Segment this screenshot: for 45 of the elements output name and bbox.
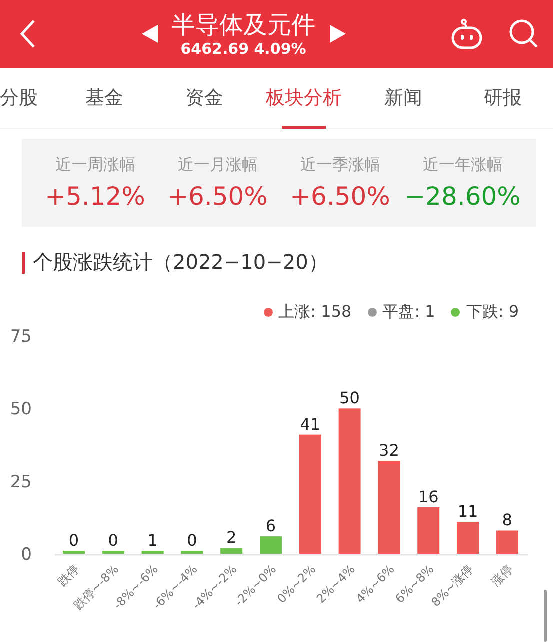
x-axis-label: 涨停 bbox=[488, 562, 516, 590]
bar-value-label: 32 bbox=[379, 440, 400, 460]
search-icon[interactable] bbox=[509, 19, 539, 49]
tab[interactable]: 分股 bbox=[0, 68, 55, 128]
bar-value-label: 0 bbox=[187, 531, 198, 550]
bar-value-label: 0 bbox=[68, 531, 80, 550]
tab[interactable]: 基金 bbox=[54, 68, 154, 128]
sector-title: 半导体及元件 bbox=[172, 10, 316, 40]
bar-value-label: 2 bbox=[226, 528, 237, 548]
x-axis-label: 跌停 bbox=[55, 562, 82, 590]
stat-value: +6.50% bbox=[168, 182, 268, 211]
y-tick-label: 75 bbox=[10, 329, 32, 347]
bar-value-label: 6 bbox=[266, 516, 276, 536]
tab[interactable]: 资金 bbox=[154, 68, 254, 128]
legend-label: 平盘: 1 bbox=[382, 302, 436, 323]
tab[interactable]: 新闻 bbox=[354, 68, 454, 128]
bar-value-label: 8 bbox=[502, 510, 512, 530]
legend-label: 上涨: 158 bbox=[278, 302, 352, 323]
section-title: 个股涨跌统计（2022−10−20） bbox=[33, 249, 328, 276]
stat-value: +6.50% bbox=[290, 182, 390, 211]
bar-value-label: 1 bbox=[148, 531, 158, 550]
scrollbar bbox=[544, 590, 547, 642]
back-icon[interactable] bbox=[20, 19, 36, 49]
stat-value: −28.60% bbox=[404, 182, 521, 211]
section-marker bbox=[22, 252, 25, 274]
robot-icon[interactable] bbox=[451, 18, 483, 50]
y-tick-label: 0 bbox=[21, 545, 32, 565]
stat-label: 近一月涨幅 bbox=[178, 155, 258, 176]
bar-value-label: 11 bbox=[458, 502, 478, 522]
bar-value-label: 50 bbox=[340, 388, 360, 408]
index-quote: 6462.69 4.09% bbox=[180, 40, 306, 58]
stat-label: 近一周涨幅 bbox=[55, 155, 136, 176]
tab[interactable]: 研报 bbox=[453, 68, 553, 128]
next-icon[interactable] bbox=[330, 25, 346, 43]
bar-value-label: 16 bbox=[418, 488, 439, 506]
stat-value: +5.12% bbox=[45, 182, 146, 211]
bar-value-label: 0 bbox=[108, 531, 118, 550]
y-tick-label: 50 bbox=[10, 400, 32, 420]
legend-label: 下跌: 9 bbox=[466, 302, 519, 323]
tab[interactable]: 板块分析 bbox=[254, 68, 354, 128]
previous-icon[interactable] bbox=[142, 25, 158, 43]
stat-label: 近一年涨幅 bbox=[422, 155, 503, 176]
stat-label: 近一季涨幅 bbox=[300, 155, 380, 176]
y-tick-label: 25 bbox=[10, 472, 32, 492]
bar-value-label: 41 bbox=[300, 414, 321, 434]
